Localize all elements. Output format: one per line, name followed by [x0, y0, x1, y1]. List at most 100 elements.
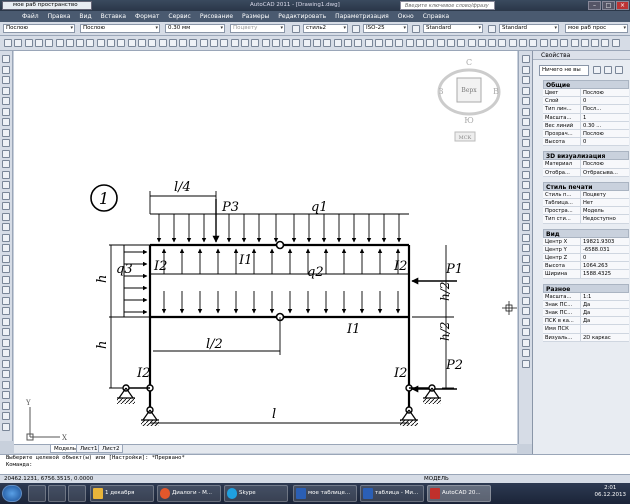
move-icon[interactable]	[522, 107, 530, 116]
zoom-realtime-icon[interactable]	[137, 39, 146, 47]
print-icon[interactable]	[271, 39, 280, 47]
prop-value[interactable]: Послою	[581, 160, 629, 167]
prop-value[interactable]: Нет	[581, 199, 629, 206]
calculator-icon[interactable]	[220, 39, 229, 47]
prop-value[interactable]: 1:1	[581, 293, 629, 300]
prop-row[interactable]: Прозрач... Послою	[543, 129, 629, 139]
publish-icon[interactable]	[55, 39, 64, 47]
polygon-icon[interactable]	[2, 296, 10, 305]
open-icon[interactable]	[488, 39, 497, 47]
zoom-previous-icon[interactable]	[395, 39, 404, 47]
copy-icon[interactable]	[522, 65, 530, 74]
prop-value[interactable]: 0.30 ...	[581, 122, 629, 129]
color-combo[interactable]: Послою	[3, 24, 75, 33]
maximize-button[interactable]: □	[602, 1, 615, 10]
redo-icon[interactable]	[354, 39, 363, 47]
zoom-realtime-icon[interactable]	[374, 39, 383, 47]
circle-icon[interactable]	[2, 118, 10, 126]
multiline-text-icon[interactable]	[2, 244, 10, 252]
prop-value[interactable]: Послою	[581, 89, 629, 96]
rotate-icon[interactable]	[522, 118, 530, 126]
help-icon[interactable]	[467, 39, 476, 47]
polygon-icon[interactable]	[2, 86, 10, 95]
mleaderstyle-combo[interactable]: Standard	[499, 24, 559, 33]
text-style-icon[interactable]	[292, 25, 300, 33]
zoom-previous-icon[interactable]	[158, 39, 167, 47]
menu-view[interactable]: Вид	[79, 13, 91, 20]
ellipse-icon[interactable]	[2, 149, 10, 158]
prop-value[interactable]	[581, 325, 629, 332]
match-properties-icon[interactable]	[96, 39, 105, 47]
prop-value[interactable]: Посл...	[581, 105, 629, 112]
viewcube-west[interactable]: З	[439, 87, 444, 96]
viewcube-top[interactable]: Верх	[461, 87, 477, 94]
fillet-icon[interactable]	[522, 202, 530, 210]
close-button[interactable]: ×	[616, 1, 629, 10]
drawing-canvas[interactable]: Верх С Ю З В МСК 1 q1 P3 l/4 q2 q3 h h I…	[14, 51, 517, 444]
prop-value[interactable]: Поцвету	[581, 191, 629, 198]
revision-cloud-icon[interactable]	[2, 128, 10, 137]
add-selected-icon[interactable]	[2, 254, 10, 263]
paste-icon[interactable]	[323, 39, 332, 47]
make-block-icon[interactable]	[2, 181, 10, 189]
rectangle-icon[interactable]	[2, 307, 10, 315]
insert-block-icon[interactable]	[2, 170, 10, 179]
dimstyle-combo[interactable]: ISO-25	[363, 24, 408, 33]
prop-row[interactable]: Знак ПС... Да	[543, 308, 629, 318]
prop-section-header[interactable]: Стиль печати	[543, 181, 629, 191]
markup-icon[interactable]	[446, 39, 455, 47]
ellipse-arc-icon[interactable]	[2, 370, 10, 378]
publish-icon[interactable]	[292, 39, 301, 47]
mirror-icon[interactable]	[522, 244, 530, 252]
erase-icon[interactable]	[522, 223, 530, 231]
chamfer-icon[interactable]	[522, 359, 530, 368]
prop-row[interactable]: Визуаль... 2D каркас	[543, 333, 629, 342]
system-clock[interactable]: 2:01 06.12.2013	[595, 485, 627, 499]
table-icon[interactable]	[2, 233, 10, 242]
dim-style-icon[interactable]	[352, 25, 360, 33]
hatch-icon[interactable]	[2, 412, 10, 420]
linetype-combo[interactable]: Послою	[80, 24, 160, 33]
prop-row[interactable]: Имя ПСК	[543, 325, 629, 334]
pan-icon[interactable]	[127, 39, 136, 47]
construction-line-icon[interactable]	[2, 65, 10, 74]
taskbar-item-skype[interactable]: Skype	[224, 485, 288, 502]
paste-icon[interactable]	[560, 39, 569, 47]
copy-icon[interactable]	[313, 39, 321, 47]
copy-icon[interactable]	[522, 233, 530, 242]
prop-row[interactable]: Тип лин... Посл...	[543, 105, 629, 114]
prop-row[interactable]: Центр Y -6588.031	[543, 245, 629, 254]
menu-format[interactable]: Формат	[135, 13, 159, 20]
properties-icon[interactable]	[168, 39, 177, 47]
browser-icon[interactable]	[68, 485, 86, 502]
menu-tools[interactable]: Сервис	[168, 13, 190, 20]
start-button[interactable]	[2, 485, 22, 502]
redo-icon[interactable]	[117, 39, 126, 47]
prop-row[interactable]: Таблица... Нет	[543, 198, 629, 208]
taskbar-item-word1[interactable]: мое таблице...	[293, 485, 357, 502]
prop-value[interactable]: Отбрасыва...	[581, 169, 629, 176]
gradient-icon[interactable]	[2, 212, 10, 221]
menu-draw[interactable]: Рисование	[200, 13, 233, 20]
cut-icon[interactable]	[65, 39, 74, 47]
polyline-icon[interactable]	[2, 286, 10, 294]
paste-icon[interactable]	[86, 39, 95, 47]
stretch-icon[interactable]	[522, 307, 530, 315]
tool-palettes-icon[interactable]	[189, 39, 198, 47]
design-center-icon[interactable]	[179, 39, 188, 47]
prop-row[interactable]: Масшта... 1:1	[543, 292, 629, 301]
join-icon[interactable]	[522, 349, 530, 357]
menu-window[interactable]: Окно	[398, 13, 414, 20]
menu-edit[interactable]: Правка	[48, 13, 71, 20]
prop-row[interactable]: Центр X 19821.9303	[543, 237, 629, 246]
new-icon[interactable]	[4, 39, 12, 47]
save-icon[interactable]	[261, 39, 270, 47]
arc-icon[interactable]	[2, 317, 10, 326]
pan-icon[interactable]	[601, 39, 610, 47]
preview-icon[interactable]	[282, 39, 291, 47]
search-input[interactable]: Введите ключевое слово/фразу	[400, 1, 495, 10]
preview-icon[interactable]	[45, 39, 54, 47]
prop-value[interactable]: 1064.263	[581, 262, 629, 269]
hatch-icon[interactable]	[2, 202, 10, 210]
quick-select-icon[interactable]	[615, 66, 623, 74]
